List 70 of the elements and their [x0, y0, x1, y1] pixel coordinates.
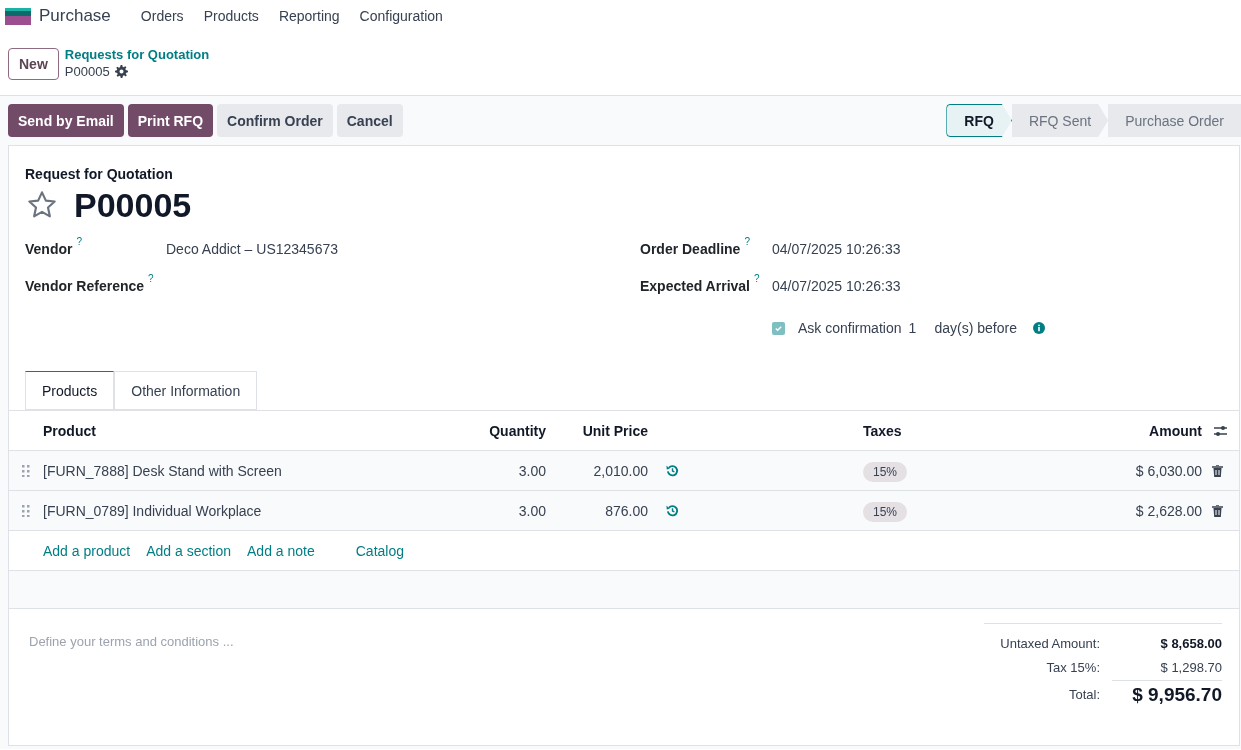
record-name: P00005	[64, 63, 110, 80]
column-header[interactable]: Product	[35, 420, 446, 441]
new-button[interactable]: New	[8, 48, 59, 80]
total-value: $ 1,298.70	[1159, 659, 1222, 678]
help-tooltip-marker[interactable]: ?	[754, 274, 760, 284]
breadcrumb-link[interactable]: Requests for Quotation	[64, 46, 210, 63]
add-line-link[interactable]: Catalog	[355, 540, 404, 561]
product-cell[interactable]: [FURN_7888] Desk Stand with Screen	[35, 460, 446, 481]
menu-item[interactable]: Configuration	[349, 6, 453, 26]
field-label: Expected Arrival	[640, 277, 750, 296]
action-button[interactable]: Confirm Order	[217, 104, 333, 137]
menu-item[interactable]: Products	[193, 6, 269, 26]
add-line-link[interactable]: Add a section	[146, 540, 231, 561]
action-button[interactable]: Print RFQ	[127, 104, 214, 137]
action-button[interactable]: Cancel	[336, 104, 403, 137]
field-label: Vendor	[25, 240, 73, 259]
column-settings-icon[interactable]	[1213, 423, 1228, 438]
status-step[interactable]: Purchase Order	[1108, 104, 1241, 137]
checkbox[interactable]	[772, 321, 785, 335]
quantity-cell[interactable]: 3.00	[446, 460, 546, 481]
quantity-cell[interactable]: 3.00	[446, 500, 546, 521]
days-suffix: day(s) before	[934, 319, 1017, 338]
column-header[interactable]: Amount	[1009, 420, 1202, 441]
days-value[interactable]: 1	[908, 318, 934, 338]
field-value[interactable]: 04/07/2025 10:26:33	[772, 239, 901, 259]
product-cell[interactable]: [FURN_0789] Individual Workplace	[35, 500, 446, 521]
column-header[interactable]: Unit Price	[546, 420, 648, 441]
column-header[interactable]: Taxes	[854, 420, 1009, 441]
delete-icon[interactable]	[1212, 504, 1223, 517]
form-tab[interactable]: Products	[25, 371, 115, 410]
check-icon	[774, 323, 783, 333]
field-label: Vendor Reference	[25, 277, 145, 296]
form-tab[interactable]: Other Information	[114, 371, 258, 410]
menu-item[interactable]: Orders	[130, 6, 194, 26]
app-title[interactable]: Purchase	[39, 3, 111, 29]
total-label: Untaxed Amount:	[999, 635, 1101, 654]
total-value: $ 9,956.70	[1112, 680, 1222, 710]
drag-handle-icon[interactable]	[22, 464, 30, 477]
reset-icon[interactable]	[666, 504, 679, 517]
column-header[interactable]: Quantity	[446, 420, 546, 441]
field-value[interactable]: Deco Addict – US12345673	[166, 239, 338, 259]
tax-tag[interactable]: 15%	[863, 461, 908, 482]
tax-tag[interactable]: 15%	[863, 501, 908, 522]
amount-cell-text: $ 6,030.00	[1134, 461, 1202, 481]
help-tooltip-marker[interactable]: ?	[148, 274, 154, 284]
total-label: Total:	[1067, 686, 1101, 704]
checkbox-label: Ask confirmation	[798, 319, 902, 338]
field-value[interactable]: 04/07/2025 10:26:33	[772, 276, 901, 296]
action-button[interactable]: Send by Email	[8, 104, 124, 137]
reset-icon[interactable]	[666, 464, 679, 477]
total-value: $ 8,658.00	[1159, 635, 1222, 654]
info-icon[interactable]	[1032, 322, 1045, 334]
status-step[interactable]: RFQ Sent	[1011, 104, 1109, 137]
total-label: Tax 15%:	[1045, 659, 1101, 678]
add-line-link[interactable]: Add a note	[247, 540, 315, 561]
unit-price-cell[interactable]: 876.00	[546, 500, 648, 521]
drag-handle-icon[interactable]	[22, 504, 30, 517]
status-step[interactable]: RFQ	[946, 104, 1012, 137]
amount-cell-text: $ 2,628.00	[1134, 501, 1202, 521]
record-title: P00005	[74, 188, 192, 222]
form-type-label: Request for Quotation	[25, 165, 174, 184]
help-tooltip-marker[interactable]: ?	[744, 237, 750, 247]
field-label: Order Deadline	[640, 240, 741, 259]
help-tooltip-marker[interactable]: ?	[76, 237, 83, 247]
settings-icon[interactable]	[114, 65, 128, 78]
unit-price-cell[interactable]: 2,010.00	[546, 460, 648, 481]
delete-icon[interactable]	[1212, 464, 1223, 477]
app-logo-icon[interactable]	[5, 7, 31, 25]
add-line-link[interactable]: Add a product	[43, 540, 131, 561]
menu-item[interactable]: Reporting	[268, 6, 350, 26]
